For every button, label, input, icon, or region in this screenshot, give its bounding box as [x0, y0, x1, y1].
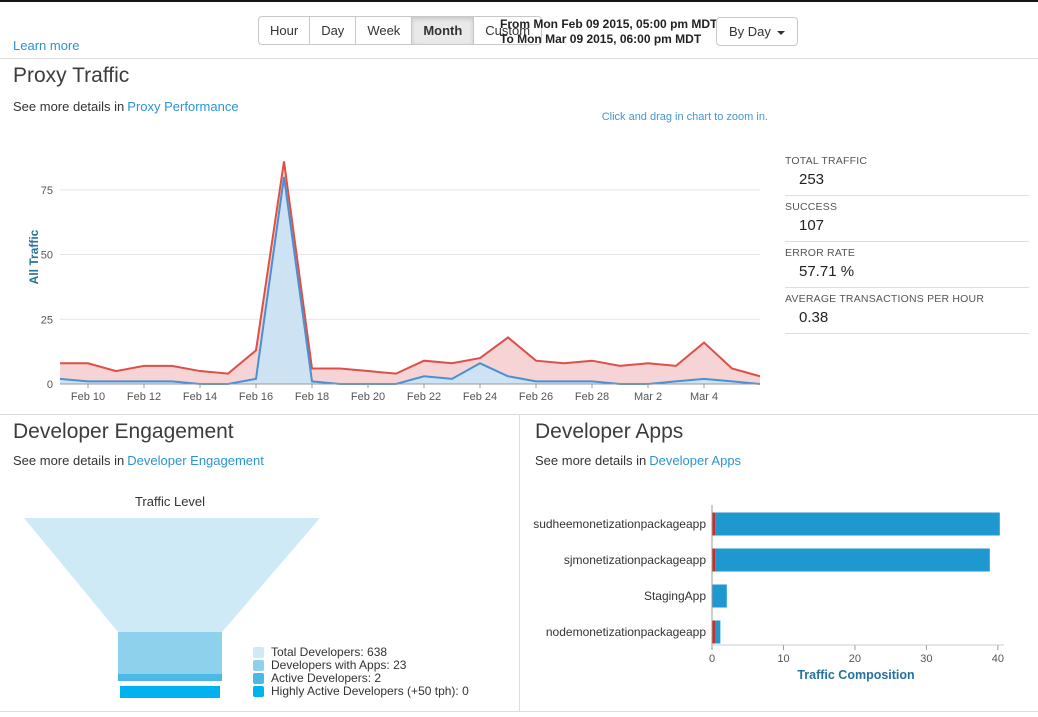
svg-text:Feb 26: Feb 26	[519, 391, 553, 403]
range-hour-button[interactable]: Hour	[258, 16, 311, 45]
stat-value: 253	[799, 171, 825, 188]
svg-text:nodemonetizationpackageapp: nodemonetizationpackageapp	[546, 625, 706, 639]
proxy-traffic-chart[interactable]: 0 25 50 75 Feb 10 Feb 12 Feb 14 Feb 16 Feb 18 Feb…	[20, 134, 772, 406]
range-day-button[interactable]: Day	[309, 16, 357, 45]
apps-subtitle-text: See more details in	[535, 453, 647, 468]
proxy-performance-link[interactable]: Proxy Performance	[127, 99, 238, 114]
zoom-hint: Click and drag in chart to zoom in.	[601, 111, 768, 123]
developer-apps-title: Developer Apps	[535, 420, 684, 443]
stat-success: SUCCESS 107	[785, 196, 1029, 242]
svg-text:75: 75	[41, 185, 53, 197]
learn-more-link[interactable]: Learn more	[13, 38, 79, 53]
svg-text:10: 10	[777, 653, 789, 665]
column-divider	[519, 415, 520, 711]
developer-engagement-link[interactable]: Developer Engagement	[127, 453, 264, 468]
svg-text:30: 30	[920, 653, 932, 665]
stat-error-rate: ERROR RATE 57.71 %	[785, 242, 1029, 288]
proxy-stats-panel: TOTAL TRAFFIC 253 SUCCESS 107 ERROR RATE…	[785, 150, 1029, 334]
svg-text:sudheemonetizationpackageapp: sudheemonetizationpackageapp	[533, 517, 706, 531]
svg-text:Feb 18: Feb 18	[295, 391, 329, 403]
svg-text:20: 20	[849, 653, 861, 665]
apps-subtitle: See more details in Developer Apps	[535, 453, 741, 468]
date-to: To Mon Mar 09 2015, 06:00 pm MDT	[500, 32, 702, 46]
svg-text:40: 40	[992, 653, 1004, 665]
svg-text:0: 0	[47, 379, 53, 391]
legend-swatch-icon	[253, 673, 264, 684]
developer-apps-bar-chart: 0 10 20 30 40 sudheemonetizationpackageapp sjm…	[533, 505, 1004, 682]
stat-label: SUCCESS	[785, 201, 838, 213]
svg-text:Mar 4: Mar 4	[690, 391, 718, 403]
developer-apps-link[interactable]: Developer Apps	[649, 453, 741, 468]
developer-engagement-title: Developer Engagement	[13, 420, 234, 443]
svg-text:Feb 24: Feb 24	[463, 391, 497, 403]
stat-avg-tph: AVERAGE TRANSACTIONS PER HOUR 0.38	[785, 288, 1029, 334]
stat-label: AVERAGE TRANSACTIONS PER HOUR	[785, 293, 985, 305]
svg-text:Feb 12: Feb 12	[127, 391, 161, 403]
date-from: From Mon Feb 09 2015, 05:00 pm MDT	[500, 17, 718, 31]
svg-text:Feb 16: Feb 16	[239, 391, 273, 403]
stat-value: 57.71 %	[799, 263, 855, 280]
stat-value: 0.38	[799, 309, 829, 326]
by-day-label: By Day	[729, 24, 771, 39]
topbar-divider	[0, 58, 1038, 59]
svg-text:Feb 22: Feb 22	[407, 391, 441, 403]
legend-item: Highly Active Developers (+50 tph): 0	[253, 685, 469, 698]
svg-text:50: 50	[41, 250, 53, 262]
proxy-subtitle-text: See more details in	[13, 99, 125, 114]
funnel-chart-title: Traffic Level	[134, 494, 206, 509]
legend-swatch-icon	[253, 647, 264, 658]
svg-text:sjmonetizationpackageapp: sjmonetizationpackageapp	[564, 553, 706, 567]
svg-text:Feb 20: Feb 20	[351, 391, 385, 403]
by-day-dropdown[interactable]: By Day	[716, 17, 798, 46]
date-range: From Mon Feb 09 2015, 05:00 pm MDT To Mo…	[500, 17, 717, 47]
caret-down-icon	[776, 30, 785, 35]
stat-value: 107	[799, 217, 825, 234]
svg-text:StagingApp: StagingApp	[644, 589, 706, 603]
legend-label: Highly Active Developers (+50 tph): 0	[271, 684, 469, 698]
svg-text:Feb 14: Feb 14	[183, 391, 217, 403]
engagement-subtitle-text: See more details in	[13, 453, 125, 468]
svg-text:Feb 28: Feb 28	[575, 391, 609, 403]
svg-text:Traffic Composition: Traffic Composition	[797, 668, 914, 682]
top-border	[0, 0, 1038, 2]
svg-text:25: 25	[41, 314, 53, 326]
funnel-legend: Total Developers: 638 Developers with App…	[253, 646, 469, 698]
range-week-button[interactable]: Week	[355, 16, 413, 45]
svg-text:Feb 10: Feb 10	[71, 391, 105, 403]
legend-swatch-icon	[253, 660, 264, 671]
proxy-traffic-title: Proxy Traffic	[13, 64, 130, 87]
analytics-dashboard: Learn more Hour Day Week Month Custom Fr…	[0, 0, 1038, 717]
proxy-subtitle: See more details in Proxy Performance	[13, 99, 239, 114]
engagement-subtitle: See more details in Developer Engagement	[13, 453, 264, 468]
bottom-divider	[0, 711, 1038, 712]
svg-text:0: 0	[709, 653, 715, 665]
range-month-button[interactable]: Month	[411, 16, 475, 45]
stat-label: ERROR RATE	[785, 247, 856, 259]
legend-swatch-icon	[253, 686, 264, 697]
stat-total-traffic: TOTAL TRAFFIC 253	[785, 150, 1029, 196]
svg-text:Mar 2: Mar 2	[634, 391, 662, 403]
stat-label: TOTAL TRAFFIC	[785, 155, 868, 167]
